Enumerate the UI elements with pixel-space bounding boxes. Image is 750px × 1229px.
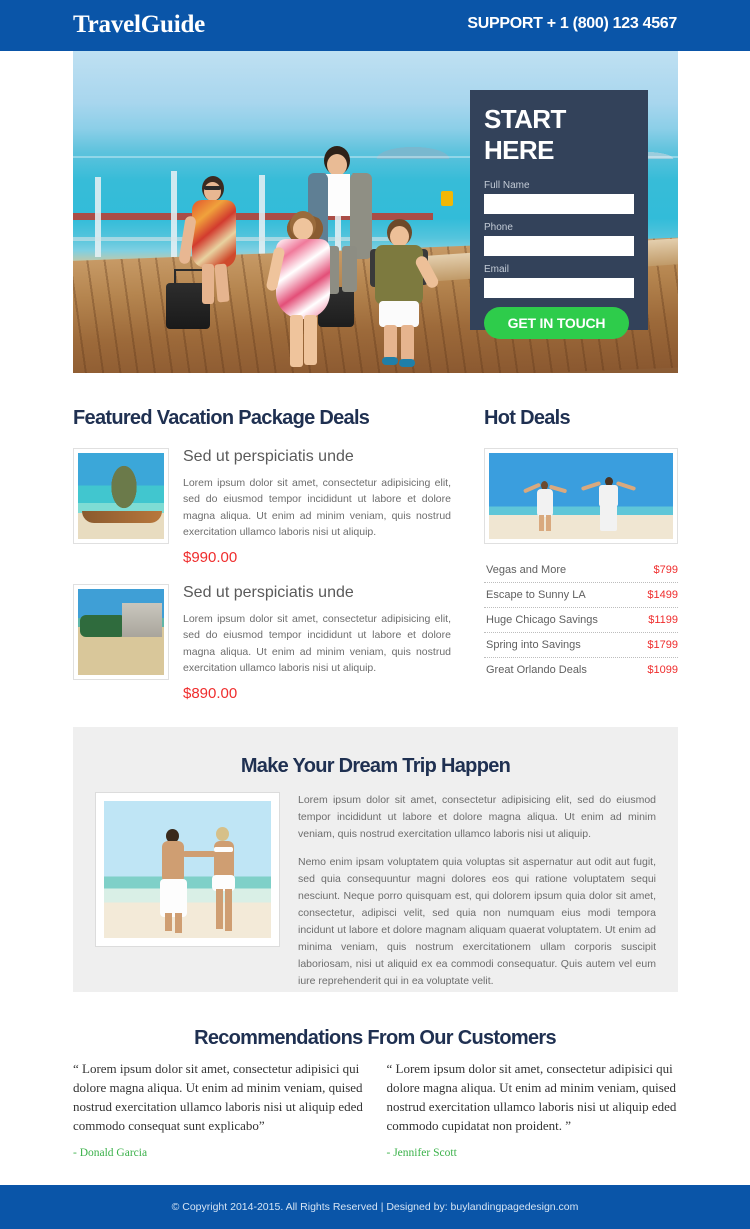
dream-paragraph: Lorem ipsum dolor sit amet, consectetur … [298,794,656,840]
hot-deal-name: Escape to Sunny LA [486,589,586,601]
hot-deals-heading: Hot Deals [484,407,571,429]
full-name-input[interactable] [484,194,634,214]
hot-deal-row[interactable]: Great Orlando Deals $1099 [484,658,678,682]
dream-trip-section: Make Your Dream Trip Happen Lorem ipsum … [73,727,678,992]
featured-deal-item[interactable]: Sed ut perspiciatis unde Lorem ipsum dol… [73,584,451,702]
testimonial-text: “ Lorem ipsum dolor sit amet, consectetu… [386,1061,677,1133]
featured-deal-thumbnail [73,584,169,681]
testimonial-author: - Jennifer Scott [386,1147,457,1160]
hot-deal-price: $1099 [647,664,678,676]
hot-deal-price: $799 [653,564,678,576]
dream-trip-heading: Make Your Dream Trip Happen [240,755,511,777]
copyright-text: © Copyright 2014-2015. All Rights Reserv… [171,1201,579,1213]
hero-figure-mother [178,176,248,304]
hot-deal-name: Spring into Savings [486,639,581,651]
featured-deal-title: Sed ut perspiciatis unde [183,584,354,602]
featured-deal-thumbnail [73,448,169,544]
testimonial-item: “ Lorem ipsum dolor sit amet, consectetu… [387,1060,679,1159]
testimonial-text: “ Lorem ipsum dolor sit amet, consectetu… [73,1061,363,1133]
hot-deal-price: $1499 [647,589,678,601]
lead-form: START HERE Full Name Phone Email GET IN … [470,90,648,339]
testimonial-author: - Donald Garcia [73,1147,148,1160]
featured-deal-text: Lorem ipsum dolor sit amet, consectetur … [183,613,451,674]
site-header: TravelGuide SUPPORT + 1 (800) 123 4567 [0,0,750,51]
form-title: START HERE [484,104,566,165]
featured-deal-price: $890.00 [183,685,238,703]
logo[interactable]: TravelGuide [73,11,205,39]
full-name-label: Full Name [484,180,530,191]
hot-deal-row[interactable]: Spring into Savings $1799 [484,633,678,658]
hero-figure-girl [265,211,342,371]
hot-deal-name: Huge Chicago Savings [486,614,598,626]
dream-trip-text: Lorem ipsum dolor sit amet, consectetur … [298,792,656,990]
featured-deal-item[interactable]: Sed ut perspiciatis unde Lorem ipsum dol… [73,448,451,566]
featured-deal-price: $990.00 [183,549,238,567]
email-input[interactable] [484,278,634,298]
testimonials-heading-wrap: Recommendations From Our Customers [0,1027,750,1050]
support-phone: SUPPORT + 1 (800) 123 4567 [467,15,677,32]
hot-deal-price: $1799 [647,639,678,651]
hot-deal-price: $1199 [648,614,678,626]
featured-deal-text: Lorem ipsum dolor sit amet, consectetur … [183,477,451,538]
hot-deal-name: Vegas and More [486,564,567,576]
testimonials-list: “ Lorem ipsum dolor sit amet, consectetu… [73,1060,678,1159]
hot-deal-row[interactable]: Huge Chicago Savings $1199 [484,608,678,633]
site-footer: © Copyright 2014-2015. All Rights Reserv… [0,1185,750,1229]
hero-figure-boy [363,219,441,369]
featured-deals-heading: Featured Vacation Package Deals [73,407,370,429]
hot-deals-list: Vegas and More $799 Escape to Sunny LA $… [484,558,678,682]
hot-deals-image [484,448,678,544]
dream-trip-image [95,792,280,947]
hot-deal-row[interactable]: Escape to Sunny LA $1499 [484,583,678,608]
hot-deal-name: Great Orlando Deals [486,664,587,676]
featured-deal-title: Sed ut perspiciatis unde [183,448,354,465]
email-label: Email [484,264,510,275]
dream-paragraph: Nemo enim ipsam voluptatem quia voluptas… [298,856,656,987]
testimonials-heading: Recommendations From Our Customers [194,1027,557,1049]
featured-deals-section: Featured Vacation Package Deals Sed ut p… [73,407,451,702]
get-in-touch-button[interactable]: GET IN TOUCH [484,307,629,339]
hero-buoy [441,191,453,206]
phone-label: Phone [484,222,513,233]
testimonial-item: “ Lorem ipsum dolor sit amet, consectetu… [73,1060,365,1159]
phone-input[interactable] [484,236,634,256]
hot-deal-row[interactable]: Vegas and More $799 [484,558,678,583]
landing-page: TravelGuide SUPPORT + 1 (800) 123 4567 S… [0,0,750,1229]
hot-deals-section: Hot Deals Vegas and More $799 Escape to … [484,407,678,682]
